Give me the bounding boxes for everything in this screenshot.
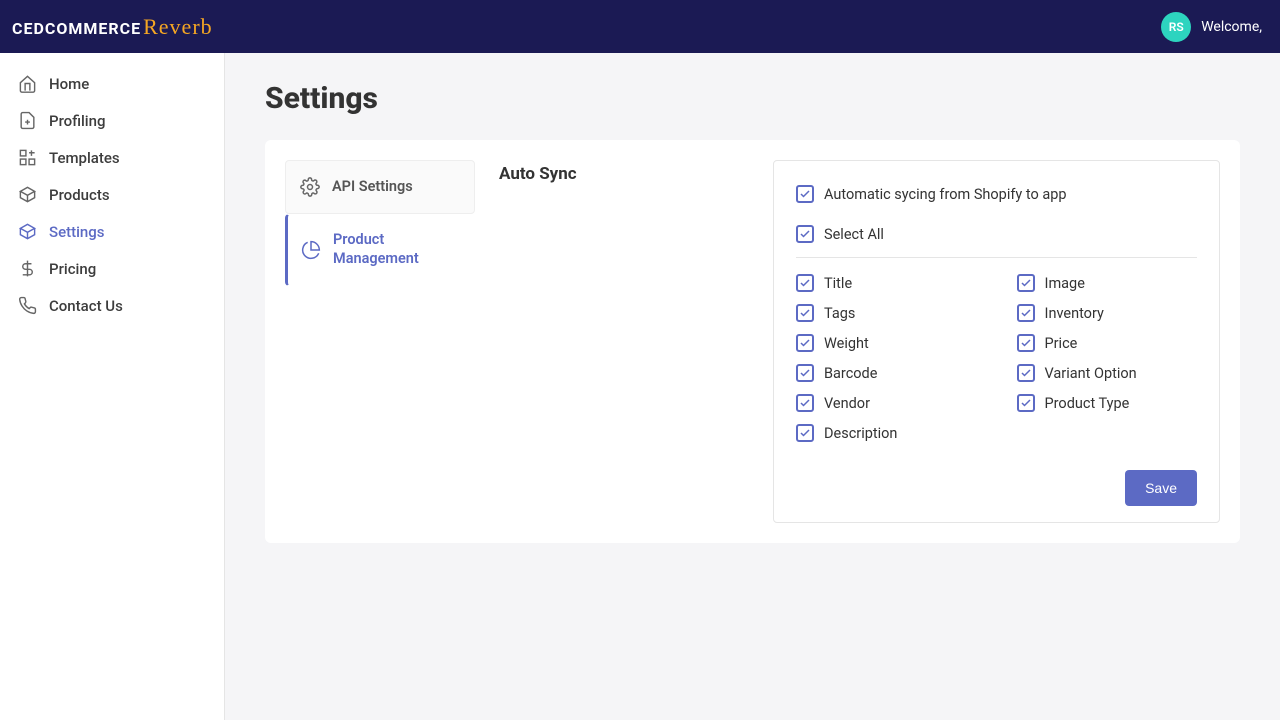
auto-sync-checkbox[interactable]	[796, 185, 814, 203]
field-label: Title	[824, 275, 852, 292]
field-label: Tags	[824, 305, 855, 322]
check-icon	[799, 367, 811, 379]
home-icon	[18, 74, 37, 93]
box-settings-icon	[18, 222, 37, 241]
subtab-label: API Settings	[332, 178, 413, 197]
welcome-label: Welcome,	[1201, 19, 1262, 35]
phone-icon	[18, 296, 37, 315]
sidebar-item-products[interactable]: Products	[0, 176, 224, 213]
options-panel: Automatic sycing from Shopify to app Sel…	[773, 160, 1220, 523]
sidebar-item-contact[interactable]: Contact Us	[0, 287, 224, 324]
main-content: Settings API Settings Product Management…	[225, 53, 1280, 720]
sidebar-item-label: Contact Us	[49, 297, 123, 315]
sidebar-item-label: Pricing	[49, 260, 96, 278]
page-title: Settings	[265, 81, 1240, 116]
checkbox-tags[interactable]	[796, 304, 814, 322]
select-all-checkbox[interactable]	[796, 225, 814, 243]
sidebar-item-label: Home	[49, 75, 89, 93]
check-icon	[1020, 367, 1032, 379]
divider	[796, 257, 1197, 258]
checkbox-weight[interactable]	[796, 334, 814, 352]
field-row-vendor: Vendor	[796, 388, 977, 418]
field-label: Image	[1045, 275, 1085, 292]
sidebar-item-profiling[interactable]: Profiling	[0, 102, 224, 139]
field-row-barcode: Barcode	[796, 358, 977, 388]
logo-text-right: Reverb	[143, 14, 213, 39]
subtab-product-management[interactable]: Product Management	[285, 214, 475, 286]
select-all-label: Select All	[824, 226, 884, 243]
field-label: Weight	[824, 335, 869, 352]
logo: CEDCOMMERCEReverb	[12, 14, 213, 40]
check-icon	[1020, 307, 1032, 319]
field-label: Variant Option	[1045, 365, 1137, 382]
checkbox-description[interactable]	[796, 424, 814, 442]
field-row-image: Image	[1017, 268, 1198, 298]
checkbox-vendor[interactable]	[796, 394, 814, 412]
sidebar-item-label: Profiling	[49, 112, 105, 130]
subtab-label: Product Management	[333, 231, 460, 269]
check-icon	[799, 188, 811, 200]
checkbox-price[interactable]	[1017, 334, 1035, 352]
field-row-tags: Tags	[796, 298, 977, 328]
sidebar-item-settings[interactable]: Settings	[0, 213, 224, 250]
gear-icon	[300, 177, 320, 197]
field-row-variant-option: Variant Option	[1017, 358, 1198, 388]
sidebar-item-label: Templates	[49, 149, 120, 167]
field-row-title: Title	[796, 268, 977, 298]
checkbox-product-type[interactable]	[1017, 394, 1035, 412]
box-icon	[18, 185, 37, 204]
check-icon	[1020, 277, 1032, 289]
field-label: Barcode	[824, 365, 877, 382]
check-icon	[799, 427, 811, 439]
check-icon	[799, 228, 811, 240]
avatar[interactable]: RS	[1161, 12, 1191, 42]
auto-sync-label: Automatic sycing from Shopify to app	[824, 186, 1067, 203]
sidebar-item-label: Settings	[49, 223, 105, 241]
topbar: CEDCOMMERCEReverb RS Welcome,	[0, 0, 1280, 53]
field-row-weight: Weight	[796, 328, 977, 358]
pie-chart-icon	[301, 240, 321, 260]
checkbox-image[interactable]	[1017, 274, 1035, 292]
check-icon	[799, 337, 811, 349]
field-grid: Title Tags Weight Barcode Vendor Descrip…	[796, 268, 1197, 448]
field-label: Vendor	[824, 395, 870, 412]
settings-card: API Settings Product Management Auto Syn…	[265, 140, 1240, 543]
check-icon	[1020, 337, 1032, 349]
field-row-inventory: Inventory	[1017, 298, 1198, 328]
field-label: Price	[1045, 335, 1078, 352]
field-label: Inventory	[1045, 305, 1104, 322]
subtab-api-settings[interactable]: API Settings	[285, 160, 475, 214]
checkbox-inventory[interactable]	[1017, 304, 1035, 322]
logo-text-left: CEDCOMMERCE	[12, 19, 141, 38]
field-row-price: Price	[1017, 328, 1198, 358]
sidebar-item-templates[interactable]: Templates	[0, 139, 224, 176]
sidebar-item-label: Products	[49, 186, 110, 204]
check-icon	[1020, 397, 1032, 409]
check-icon	[799, 397, 811, 409]
save-wrap: Save	[796, 470, 1197, 506]
dollar-icon	[18, 259, 37, 278]
checkbox-title[interactable]	[796, 274, 814, 292]
file-plus-icon	[18, 111, 37, 130]
field-label: Product Type	[1045, 395, 1130, 412]
checkbox-variant-option[interactable]	[1017, 364, 1035, 382]
sidebar-item-home[interactable]: Home	[0, 65, 224, 102]
save-button[interactable]: Save	[1125, 470, 1197, 506]
field-row-description: Description	[796, 418, 977, 448]
section-heading-wrap: Auto Sync	[499, 160, 749, 523]
check-icon	[799, 277, 811, 289]
sidebar-item-pricing[interactable]: Pricing	[0, 250, 224, 287]
check-icon	[799, 307, 811, 319]
welcome-area[interactable]: RS Welcome,	[1161, 12, 1262, 42]
subtab-list: API Settings Product Management	[285, 160, 475, 523]
section-heading: Auto Sync	[499, 164, 749, 184]
field-row-product-type: Product Type	[1017, 388, 1198, 418]
field-label: Description	[824, 425, 897, 442]
checkbox-barcode[interactable]	[796, 364, 814, 382]
select-all-row: Select All	[796, 219, 1197, 249]
grid-plus-icon	[18, 148, 37, 167]
sidebar: Home Profiling Templates Products Settin…	[0, 53, 225, 720]
auto-sync-checkbox-row: Automatic sycing from Shopify to app	[796, 179, 1197, 209]
